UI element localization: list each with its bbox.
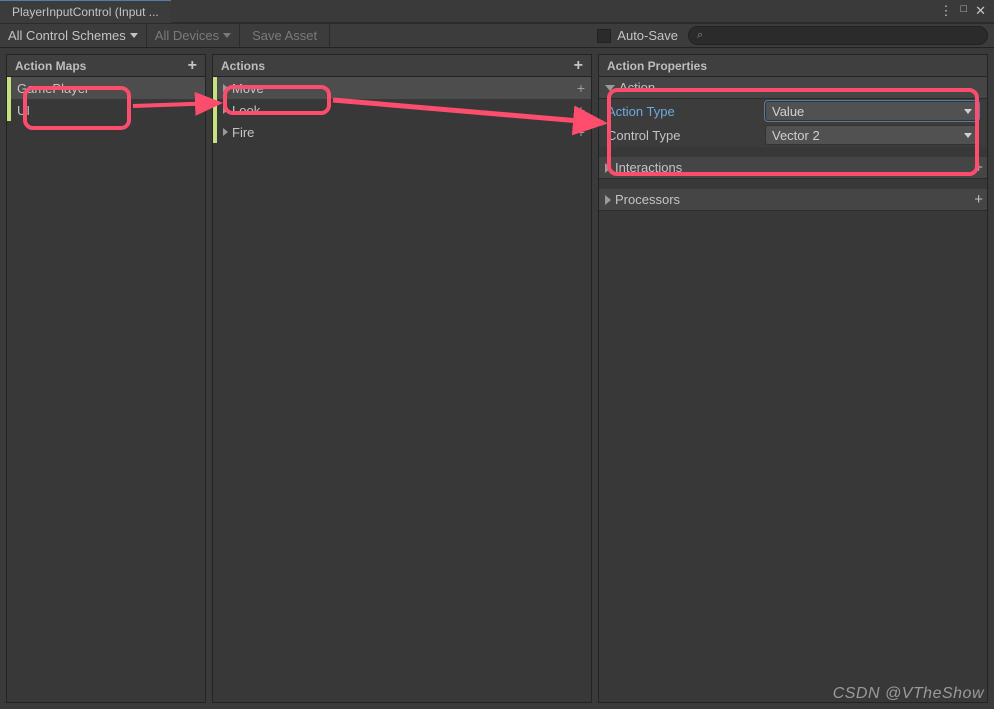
search-icon: ⌕: [697, 29, 703, 42]
expand-icon[interactable]: [223, 128, 228, 136]
action-properties-header: Action Properties: [599, 55, 987, 77]
column-action-properties: Action Properties Action Action Type Val…: [598, 54, 988, 703]
action-map-label: UI: [17, 103, 30, 118]
add-action-button[interactable]: +: [574, 57, 583, 75]
column-actions: Actions + Move + Look +: [212, 54, 592, 703]
control-type-label: Control Type: [607, 128, 757, 143]
section-action-label: Action: [619, 80, 655, 95]
control-schemes-dropdown[interactable]: All Control Schemes: [0, 24, 147, 47]
action-type-value: Value: [772, 104, 804, 119]
add-interaction-button[interactable]: +: [974, 159, 983, 176]
action-label: Fire: [232, 125, 254, 140]
prop-action-type: Action Type Value: [599, 99, 987, 123]
column-action-maps: Action Maps + GamePlayer UI: [6, 54, 206, 703]
action-maps-title: Action Maps: [15, 59, 86, 73]
stripe-icon: [213, 121, 217, 143]
stripe-icon: [7, 77, 11, 99]
action-properties-title: Action Properties: [607, 59, 707, 73]
chevron-down-icon: [964, 133, 972, 138]
save-asset-button[interactable]: Save Asset: [240, 24, 330, 47]
section-processors: Processors +: [599, 189, 987, 211]
action-label: Look: [232, 103, 260, 118]
auto-save-toggle[interactable]: Auto-Save: [587, 24, 688, 47]
section-interactions: Interactions +: [599, 157, 987, 179]
prop-control-type: Control Type Vector 2: [599, 123, 987, 147]
titlebar: PlayerInputControl (Input ... ⋮ □ ✕: [0, 0, 994, 24]
section-processors-label: Processors: [615, 192, 680, 207]
section-action: Action Action Type Value Control Type Ve…: [599, 77, 987, 147]
devices-dropdown[interactable]: All Devices: [147, 24, 240, 47]
search-input[interactable]: ⌕: [688, 26, 988, 45]
window-tab[interactable]: PlayerInputControl (Input ...: [0, 0, 171, 23]
control-type-dropdown[interactable]: Vector 2: [765, 125, 979, 145]
section-interactions-label: Interactions: [615, 160, 682, 175]
section-interactions-header[interactable]: Interactions +: [599, 157, 987, 179]
action-type-label[interactable]: Action Type: [607, 104, 757, 119]
chevron-down-icon: [223, 33, 231, 38]
stripe-icon: [213, 77, 217, 99]
expand-icon[interactable]: [223, 84, 228, 92]
toolbar: All Control Schemes All Devices Save Ass…: [0, 24, 994, 48]
actions-title: Actions: [221, 59, 265, 73]
action-label: Move: [232, 81, 264, 96]
action-map-item-gameplayer[interactable]: GamePlayer: [7, 77, 205, 99]
watermark: CSDN @VTheShow: [833, 685, 984, 703]
close-icon[interactable]: ✕: [975, 3, 986, 19]
control-type-value: Vector 2: [772, 128, 820, 143]
actions-header: Actions +: [213, 55, 591, 77]
main: Action Maps + GamePlayer UI Actions +: [0, 48, 994, 709]
section-action-header[interactable]: Action: [599, 77, 987, 99]
menu-icon[interactable]: ⋮: [939, 3, 952, 19]
section-processors-header[interactable]: Processors +: [599, 189, 987, 211]
auto-save-label: Auto-Save: [617, 28, 678, 43]
checkbox-icon[interactable]: [597, 29, 611, 43]
chevron-right-icon: [605, 163, 611, 173]
devices-label: All Devices: [155, 28, 219, 43]
add-action-map-button[interactable]: +: [188, 57, 197, 75]
annotation-arrow: [331, 97, 621, 140]
chevron-down-icon: [605, 85, 615, 91]
chevron-right-icon: [605, 195, 611, 205]
action-maps-header: Action Maps +: [7, 55, 205, 77]
chevron-down-icon: [130, 33, 138, 38]
stripe-icon: [7, 99, 11, 121]
annotation-arrow: [131, 100, 231, 123]
control-schemes-label: All Control Schemes: [8, 28, 126, 43]
action-map-label: GamePlayer: [17, 81, 89, 96]
add-binding-button[interactable]: +: [577, 80, 585, 96]
chevron-down-icon: [964, 109, 972, 114]
maximize-icon[interactable]: □: [960, 3, 967, 19]
add-processor-button[interactable]: +: [974, 191, 983, 208]
action-type-dropdown[interactable]: Value: [765, 101, 979, 121]
action-item-move[interactable]: Move +: [213, 77, 591, 99]
